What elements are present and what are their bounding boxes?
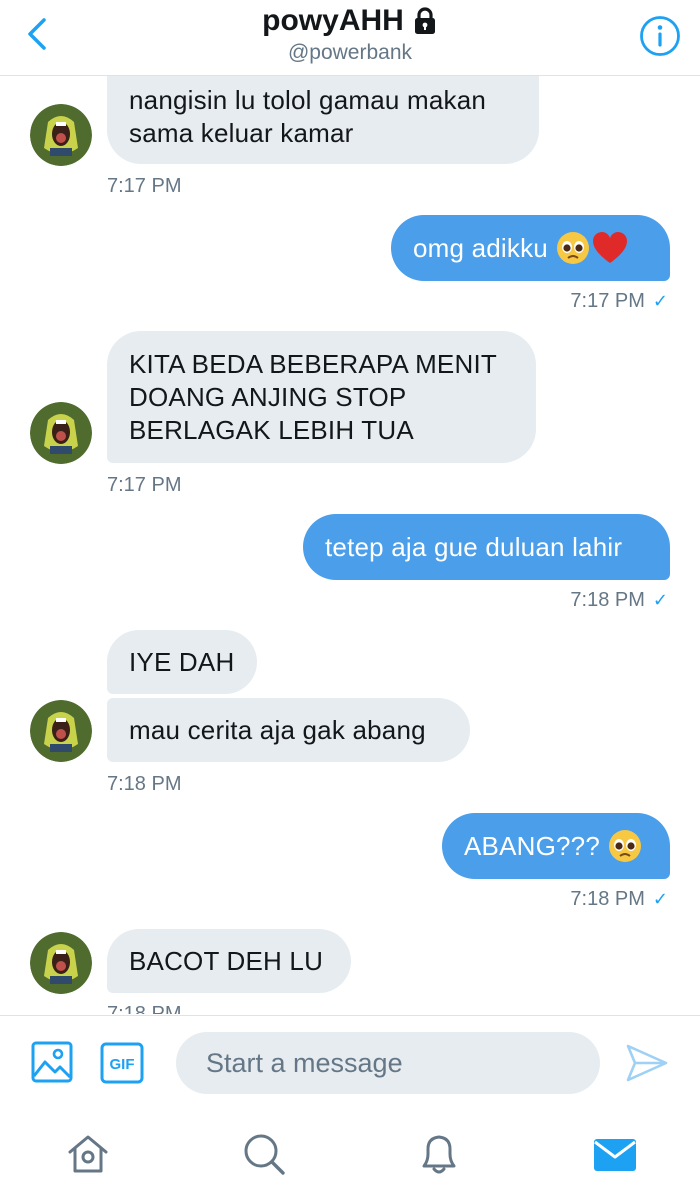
avatar-image — [30, 104, 92, 166]
pleading-face-emoji — [556, 232, 589, 264]
incoming-message[interactable]: KITA BEDA BEBERAPA MENIT DOANG ANJING ST… — [107, 331, 536, 463]
tab-search[interactable] — [240, 1130, 288, 1178]
message-text: nangisin lu tolol gamau makan sama kelua… — [129, 85, 487, 148]
notifications-icon — [422, 1135, 456, 1174]
message-text: tetep aja gue duluan lahir — [325, 531, 623, 562]
pleading-face-emoji — [609, 830, 642, 862]
avatar[interactable] — [30, 700, 92, 762]
user-handle: @powerbank — [287, 41, 413, 64]
red-heart-emoji — [592, 232, 627, 263]
add-photo-button[interactable] — [30, 1040, 76, 1084]
message-timestamp: 7:18 PM ✓ — [570, 589, 668, 611]
search-icon — [244, 1134, 285, 1175]
send-icon — [626, 1044, 668, 1082]
conversation-title-block[interactable]: powyAHH @powerbank — [0, 4, 700, 67]
home-icon — [68, 1135, 108, 1173]
outgoing-message[interactable]: tetep aja gue duluan lahir — [303, 514, 670, 580]
incoming-message[interactable]: BACOT DEH LU — [107, 929, 351, 993]
message-timestamp: 7:18 PM ✓ — [570, 888, 668, 910]
message-text: KITA BEDA BEBERAPA MENIT DOANG ANJING ST… — [129, 348, 497, 445]
read-check-icon: ✓ — [652, 590, 668, 610]
avatar-image — [30, 932, 92, 994]
avatar[interactable] — [30, 104, 92, 166]
bottom-tab-bar — [0, 1110, 700, 1200]
message-text: BACOT DEH LU — [129, 945, 324, 976]
tab-home[interactable] — [64, 1130, 112, 1178]
avatar[interactable] — [30, 932, 92, 994]
info-button[interactable] — [638, 14, 682, 58]
gif-label: GIF — [110, 1056, 135, 1073]
message-text: IYE DAH — [129, 646, 235, 677]
outgoing-message[interactable]: ABANG??? — [442, 813, 670, 879]
gif-icon: GIF — [100, 1042, 144, 1084]
tab-messages[interactable] — [591, 1130, 639, 1178]
message-timestamp: 7:17 PM ✓ — [570, 290, 668, 312]
read-check-icon: ✓ — [652, 889, 668, 909]
messages-icon — [594, 1139, 636, 1171]
message-text: ABANG??? — [464, 830, 601, 861]
message-input[interactable] — [176, 1032, 600, 1094]
incoming-message[interactable]: IYE DAH — [107, 630, 257, 694]
conversation-header: powyAHH @powerbank — [0, 0, 700, 76]
outgoing-message[interactable]: omg adikku — [391, 215, 670, 281]
message-timestamp: 7:17 PM — [107, 474, 182, 496]
avatar[interactable] — [30, 402, 92, 464]
send-button[interactable] — [624, 1040, 670, 1086]
message-composer: GIF — [0, 1015, 700, 1111]
incoming-message[interactable]: mau cerita aja gak abang — [107, 698, 470, 762]
message-text: mau cerita aja gak abang — [129, 714, 426, 745]
lock-icon — [414, 7, 435, 34]
message-timestamp: 7:18 PM — [107, 773, 182, 795]
conversation-title: powyAHH — [262, 4, 438, 38]
message-thread[interactable]: nangisin lu tolol gamau makan sama kelua… — [0, 76, 700, 1014]
image-icon — [31, 1041, 73, 1083]
tab-notifications[interactable] — [415, 1130, 463, 1178]
message-text: omg adikku — [413, 232, 548, 263]
avatar-image — [30, 700, 92, 762]
message-timestamp: 7:18 PM — [107, 1003, 182, 1014]
incoming-message[interactable]: nangisin lu tolol gamau makan sama kelua… — [107, 76, 539, 164]
gif-button[interactable]: GIF — [100, 1042, 144, 1084]
message-timestamp: 7:17 PM — [107, 175, 182, 197]
display-name: powyAHH — [262, 4, 404, 37]
info-icon — [640, 16, 680, 56]
read-check-icon: ✓ — [652, 291, 668, 311]
avatar-image — [30, 402, 92, 464]
